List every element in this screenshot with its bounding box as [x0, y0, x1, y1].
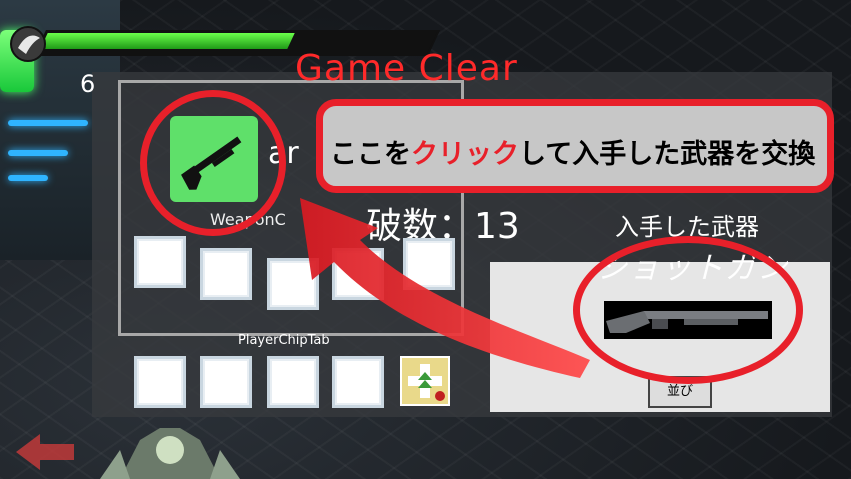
back-arrow-button[interactable]	[14, 430, 78, 470]
annotation-circle-acquired	[573, 236, 803, 384]
robot-character	[100, 420, 240, 479]
annotation-circle-weapon	[140, 90, 286, 236]
instruction-text-after: して入手した武器を交換	[519, 139, 816, 170]
instruction-text-highlight: クリック	[411, 139, 519, 170]
game-screen: 6 Game Clear ar WeaponC 破数：13 PlayerChip…	[0, 0, 851, 479]
back-arrow-icon	[16, 434, 74, 470]
instruction-text: ここをクリックして入手した武器を交換	[330, 132, 815, 171]
instruction-text-before: ここを	[330, 139, 411, 170]
